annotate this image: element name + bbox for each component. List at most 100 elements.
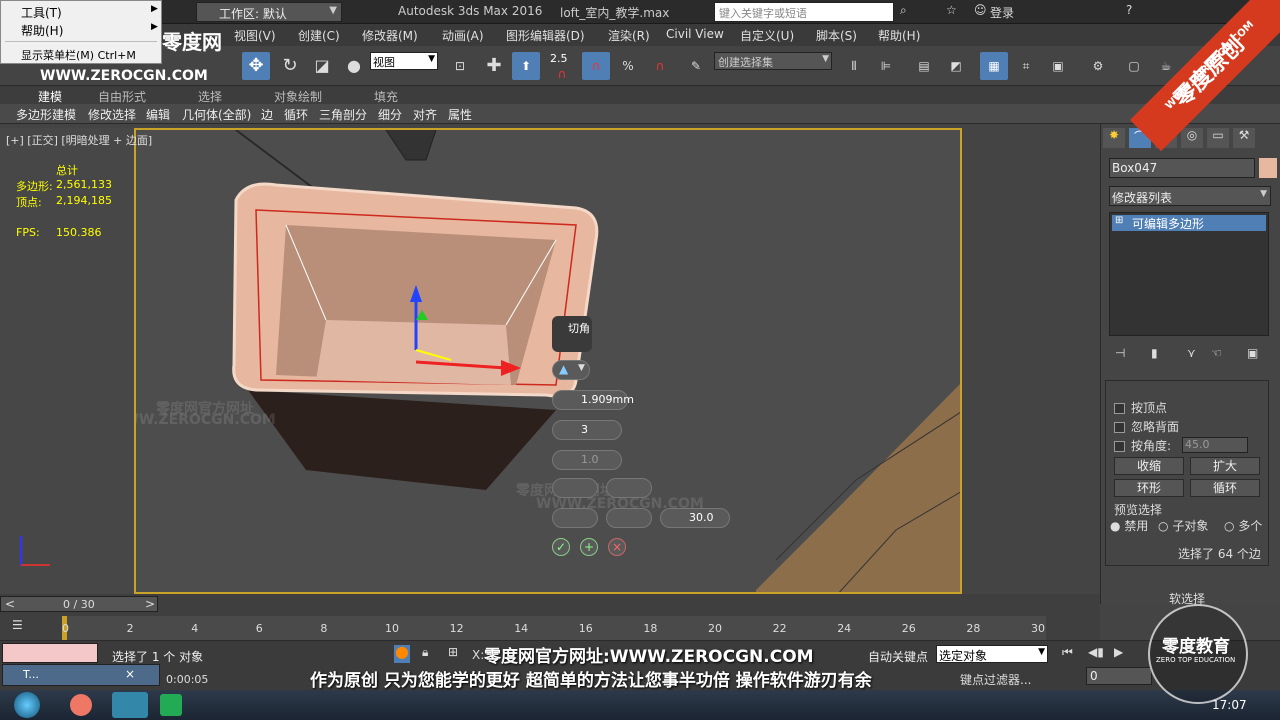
key-filters-button[interactable]: 键点过滤器... [960, 671, 1031, 688]
mini-window[interactable]: T... × [2, 664, 160, 686]
pivot-icon[interactable]: ⊡ [446, 52, 474, 80]
viewport[interactable]: 前 零度网官方网址 WWW.ZEROCGN.COM 零度网官方网址 WWW.ZE… [134, 128, 962, 594]
app2-taskbar-icon[interactable] [160, 694, 182, 716]
viewport-label[interactable]: [+] [正交] [明暗处理 + 边面] [6, 132, 152, 148]
chamfer-amount-field[interactable]: 1.909mm [552, 390, 634, 410]
help-icon[interactable]: ? [1126, 3, 1132, 17]
pin-stack-icon[interactable]: ⊣ [1115, 346, 1125, 360]
view-select[interactable]: 视图 ▼ [370, 52, 438, 70]
percent-snap-icon[interactable]: % [614, 52, 642, 80]
render-frame-icon[interactable]: ▢ [1120, 52, 1148, 80]
maxscript-listener[interactable] [2, 643, 98, 663]
quad-chamfer-toggle[interactable] [552, 478, 598, 498]
menu-graph-editors[interactable]: 图形编辑器(D) [506, 27, 585, 44]
disable-radio[interactable]: ● 禁用 [1110, 517, 1148, 534]
go-to-start-icon[interactable]: ⏮ [1062, 645, 1073, 660]
auto-key-label[interactable]: 自动关键点 [868, 648, 928, 665]
menu-scripting[interactable]: 脚本(S) [816, 27, 857, 44]
panel-edges[interactable]: 边 [261, 106, 273, 123]
object-name-field[interactable]: Box047 [1109, 158, 1255, 178]
modifier-list-dropdown[interactable]: 修改器列表 ▼ [1109, 186, 1271, 206]
soft-select-rollout[interactable]: 软选择 [1105, 590, 1269, 606]
smooth-angle-field[interactable]: 30.0 [660, 508, 730, 528]
menu-create[interactable]: 创建(C) [298, 27, 340, 44]
panel-tris[interactable]: 三角剖分 [319, 106, 367, 123]
sub-object-radio[interactable]: ○ 子对象 [1158, 517, 1208, 534]
layer-icon[interactable]: ▤ [910, 52, 938, 80]
shrink-button[interactable]: 收缩 [1114, 457, 1184, 475]
remove-modifier-icon[interactable]: ☜ [1211, 346, 1222, 360]
binoculars-icon[interactable]: ⌕ [900, 3, 907, 18]
curve-editor-icon[interactable]: ▦ [980, 52, 1008, 80]
menu-help[interactable]: 帮助(H) [878, 27, 920, 44]
cancel-icon[interactable]: × [608, 538, 626, 556]
edit-named-selection-icon[interactable]: ✎ [682, 52, 710, 80]
object-color-swatch[interactable] [1259, 158, 1277, 178]
panel-edit[interactable]: 编辑 [146, 106, 170, 123]
angle-snap-icon[interactable]: ∩ [582, 52, 610, 80]
align-icon[interactable]: ⊫ [872, 52, 900, 80]
transform-gizmo-icon[interactable]: ✚ [480, 52, 508, 80]
utilities-tab-icon[interactable]: ⚒ [1233, 128, 1255, 148]
tab-freeform[interactable]: 自由形式 [98, 88, 146, 105]
by-vertex-checkbox[interactable] [1114, 403, 1125, 414]
by-angle-row[interactable]: 按角度: [1114, 437, 1171, 454]
workspace-select[interactable]: 工作区: 默认 ▼ [196, 2, 342, 22]
by-angle-checkbox[interactable] [1114, 441, 1125, 452]
chevron-right-icon[interactable]: > [145, 597, 155, 611]
start-button[interactable] [14, 692, 40, 718]
keyboard-shortcut-icon[interactable]: ⬆ [512, 52, 540, 80]
menu-item-tools[interactable]: 工具(T) [21, 4, 62, 21]
ribbon-toggle-icon[interactable]: ◩ [942, 52, 970, 80]
menu-customize[interactable]: 自定义(U) [740, 27, 794, 44]
motion-tab-icon[interactable]: ◎ [1181, 128, 1203, 148]
track-bar-icon[interactable]: ☰ [12, 618, 23, 632]
tab-populate[interactable]: 填充 [374, 88, 398, 105]
display-tab-icon[interactable]: ▭ [1207, 128, 1229, 148]
ring-button[interactable]: 环形 [1114, 479, 1184, 497]
select-move-icon[interactable]: ✥ [242, 52, 270, 80]
create-tab-icon[interactable]: ✸ [1103, 128, 1125, 148]
tab-modeling[interactable]: 建模 [38, 88, 62, 105]
schematic-icon[interactable]: ⌗ [1012, 52, 1040, 80]
menu-modifiers[interactable]: 修改器(M) [362, 27, 418, 44]
make-unique-icon[interactable]: ⋎ [1187, 346, 1196, 360]
lock-icon[interactable]: 🔒︎ [422, 645, 428, 660]
mirror-icon[interactable]: ⫴ [840, 52, 868, 80]
rotate-icon[interactable]: ↻ [276, 52, 304, 80]
menu-item-help[interactable]: 帮助(H) [21, 22, 63, 39]
tab-selection[interactable]: 选择 [198, 88, 222, 105]
loop-button[interactable]: 循环 [1190, 479, 1260, 497]
smooth-toggle[interactable] [606, 478, 652, 498]
menu-animation[interactable]: 动画(A) [442, 27, 484, 44]
ignore-backface-checkbox[interactable] [1114, 422, 1125, 433]
by-vertex-row[interactable]: 按顶点 [1114, 399, 1167, 416]
panel-geometry-all[interactable]: 几何体(全部) [182, 106, 251, 123]
ok-icon[interactable]: ✓ [552, 538, 570, 556]
star-icon[interactable]: ☆ [946, 3, 957, 17]
panel-poly-modeling[interactable]: 多边形建模 [16, 106, 76, 123]
smooth-group-dropdown[interactable] [606, 508, 652, 528]
angle-spinner[interactable]: 45.0 [1182, 437, 1248, 453]
create-selection-set[interactable]: 创建选择集 ▼ [714, 52, 832, 70]
play-icon[interactable]: ▶ [1114, 645, 1123, 659]
snap-toggle-icon[interactable]: ∩ [548, 60, 576, 88]
chamfer-type-dropdown[interactable]: ▲ ▼ [552, 360, 590, 380]
spinner-snap-icon[interactable]: ∩ [646, 52, 674, 80]
show-end-result-icon[interactable]: ▮ [1151, 346, 1158, 360]
firefox-icon[interactable] [70, 694, 92, 716]
search-input[interactable]: 键入关键字或短语 [714, 2, 894, 22]
menu-rendering[interactable]: 渲染(R) [608, 27, 650, 44]
multi-radio[interactable]: ○ 多个 [1224, 517, 1262, 534]
panel-loops[interactable]: 循环 [284, 106, 308, 123]
material-editor-icon[interactable]: ▣ [1044, 52, 1072, 80]
place-icon[interactable]: ● [340, 52, 368, 80]
grow-button[interactable]: 扩大 [1190, 457, 1260, 475]
app-taskbar-icon[interactable] [112, 692, 148, 718]
absolute-mode-icon[interactable]: ⊞ [448, 645, 458, 659]
configure-sets-icon[interactable]: ▣ [1247, 346, 1258, 360]
time-slider[interactable]: < 0 / 30 > [0, 596, 158, 612]
chamfer-segments-field[interactable]: 3 [552, 420, 622, 440]
scale-icon[interactable]: ◪ [308, 52, 336, 80]
menu-item-show-menubar[interactable]: 显示菜单栏(M) Ctrl+M [21, 47, 136, 63]
